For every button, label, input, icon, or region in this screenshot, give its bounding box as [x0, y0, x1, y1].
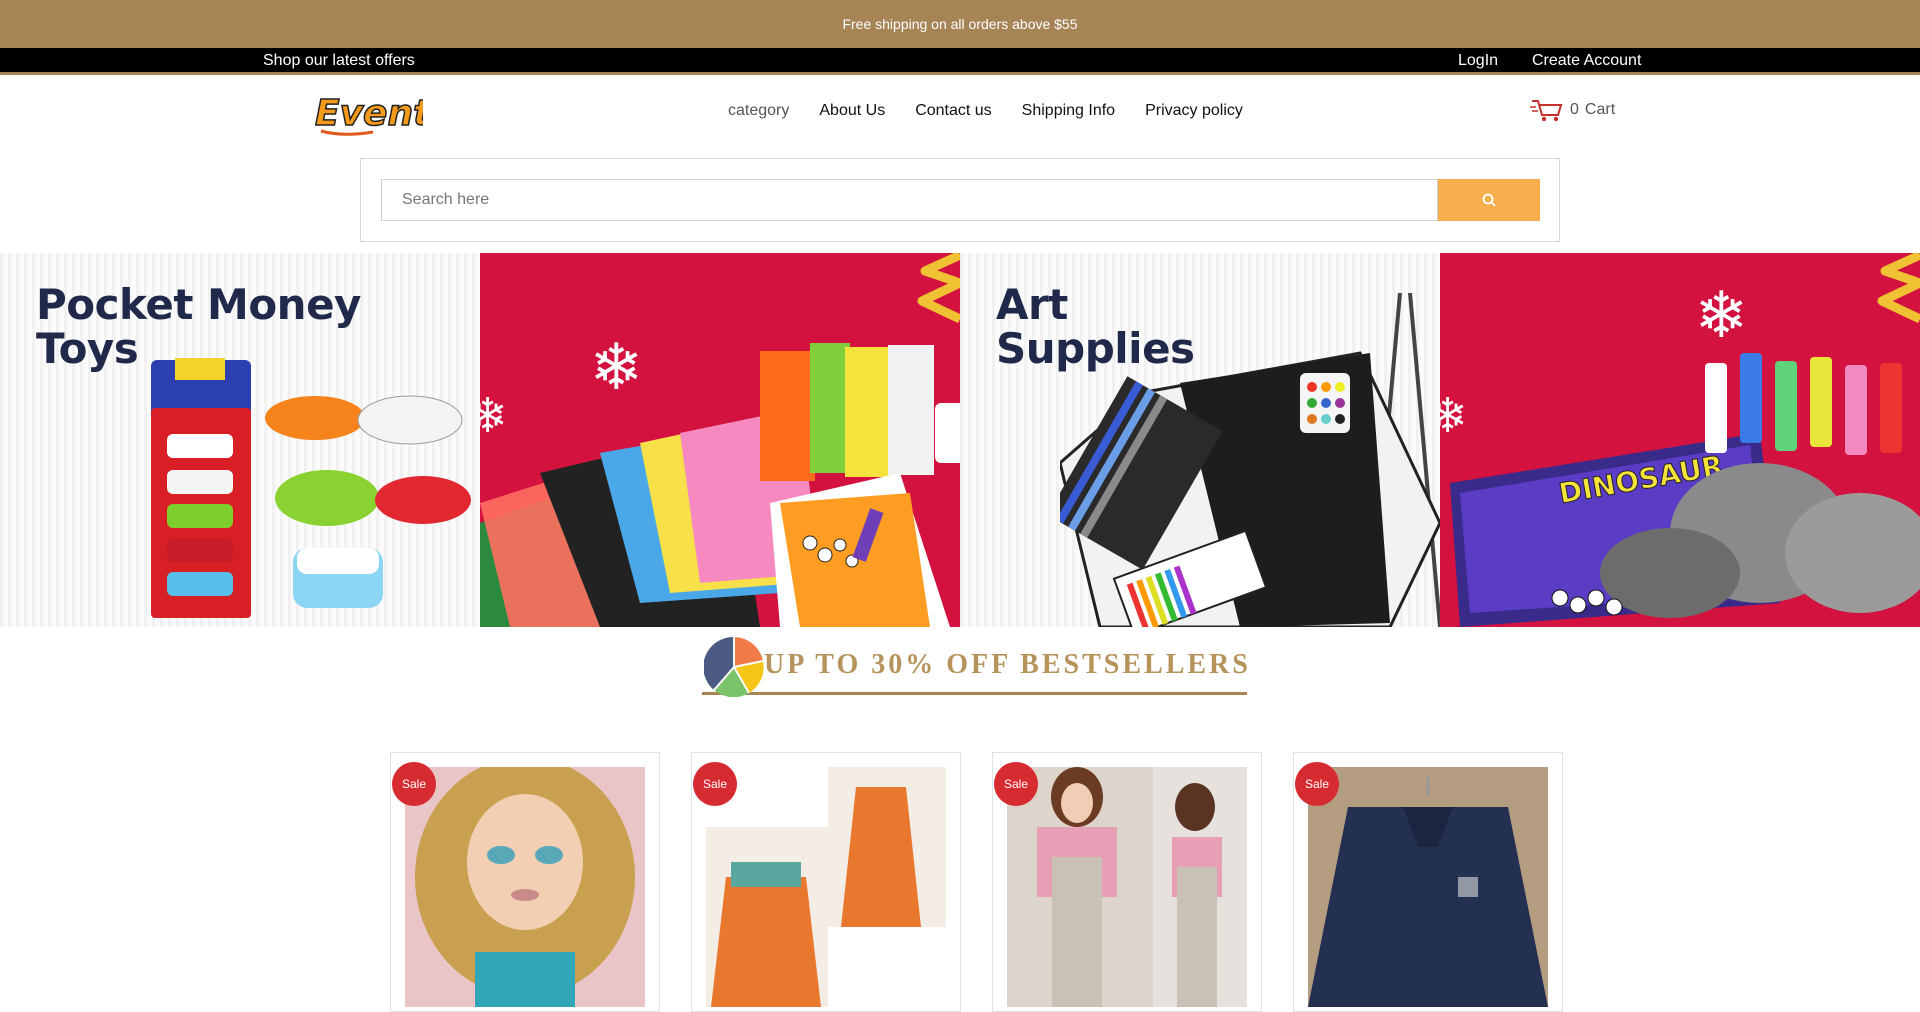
product-image-plaid-jumpsuit[interactable]	[1007, 767, 1247, 1007]
sale-badge: Sale	[693, 762, 737, 806]
svg-text:Event: Event	[315, 93, 423, 134]
product-card[interactable]: Sale	[1293, 752, 1563, 1012]
cart-icon	[1530, 97, 1564, 123]
section-title: UP TO 30% OFF BESTSELLERS	[764, 649, 1251, 681]
snowflake-icon: ❄	[1695, 283, 1749, 347]
announcement-text: Free shipping on all orders above $55	[842, 16, 1077, 32]
promo-banners: Pocket Money Toys ❄ ❄	[0, 253, 1920, 627]
banner-art-supplies[interactable]: Art Supplies	[960, 253, 1440, 627]
banner-rock-painting[interactable]: ❄ ❄ DINOSAUR	[1440, 253, 1920, 627]
sale-badge: Sale	[392, 762, 436, 806]
pie-chart-icon	[704, 637, 764, 697]
sale-badge: Sale	[994, 762, 1038, 806]
cart-count: 0	[1570, 101, 1579, 119]
banner-craft-supplies[interactable]: ❄ ❄	[480, 253, 961, 627]
login-link[interactable]: LogIn	[1458, 52, 1498, 70]
product-image-navy-jacket[interactable]	[1308, 767, 1548, 1007]
nav-shipping-info[interactable]: Shipping Info	[1022, 102, 1115, 120]
product-image-doll[interactable]	[405, 767, 645, 1007]
nav-contact-us[interactable]: Contact us	[915, 102, 991, 120]
nav-category[interactable]: category	[728, 102, 789, 120]
nav-privacy-policy[interactable]: Privacy policy	[1145, 102, 1243, 120]
toy-cars-image	[145, 358, 475, 623]
search-icon	[1482, 193, 1496, 207]
cart-button[interactable]: 0 Cart	[1530, 97, 1615, 123]
create-account-link[interactable]: Create Account	[1532, 52, 1641, 70]
product-card[interactable]: Sale	[390, 752, 660, 1012]
gold-squiggle	[910, 253, 960, 323]
top-strip: Shop our latest offers LogIn Create Acco…	[0, 48, 1920, 75]
nav-about-us[interactable]: About Us	[819, 102, 885, 120]
site-header: Event category About Us Contact us Shipp…	[0, 75, 1920, 151]
cart-label: Cart	[1585, 101, 1615, 119]
gold-squiggle	[1870, 253, 1920, 323]
search-button[interactable]	[1438, 179, 1540, 221]
main-nav: category About Us Contact us Shipping In…	[728, 102, 1243, 120]
search-input[interactable]	[381, 179, 1438, 221]
product-card[interactable]: Sale	[992, 752, 1262, 1012]
product-grid: Sale Sale Sal	[390, 752, 1563, 1012]
latest-offers-link[interactable]: Shop our latest offers	[263, 52, 415, 70]
product-card[interactable]: Sale	[691, 752, 961, 1012]
site-logo[interactable]: Event	[313, 89, 423, 137]
section-heading: UP TO 30% OFF BESTSELLERS	[702, 637, 1247, 695]
sale-badge: Sale	[1295, 762, 1339, 806]
announcement-bar: Free shipping on all orders above $55	[0, 0, 1920, 48]
banner-pocket-money-toys[interactable]: Pocket Money Toys	[0, 253, 480, 627]
product-image-orange-dress[interactable]	[706, 767, 946, 1007]
craft-supplies-image	[480, 333, 961, 627]
search-bar	[360, 158, 1560, 242]
rock-painting-kit-image: DINOSAUR	[1440, 343, 1920, 627]
art-kit-image	[1060, 293, 1440, 627]
